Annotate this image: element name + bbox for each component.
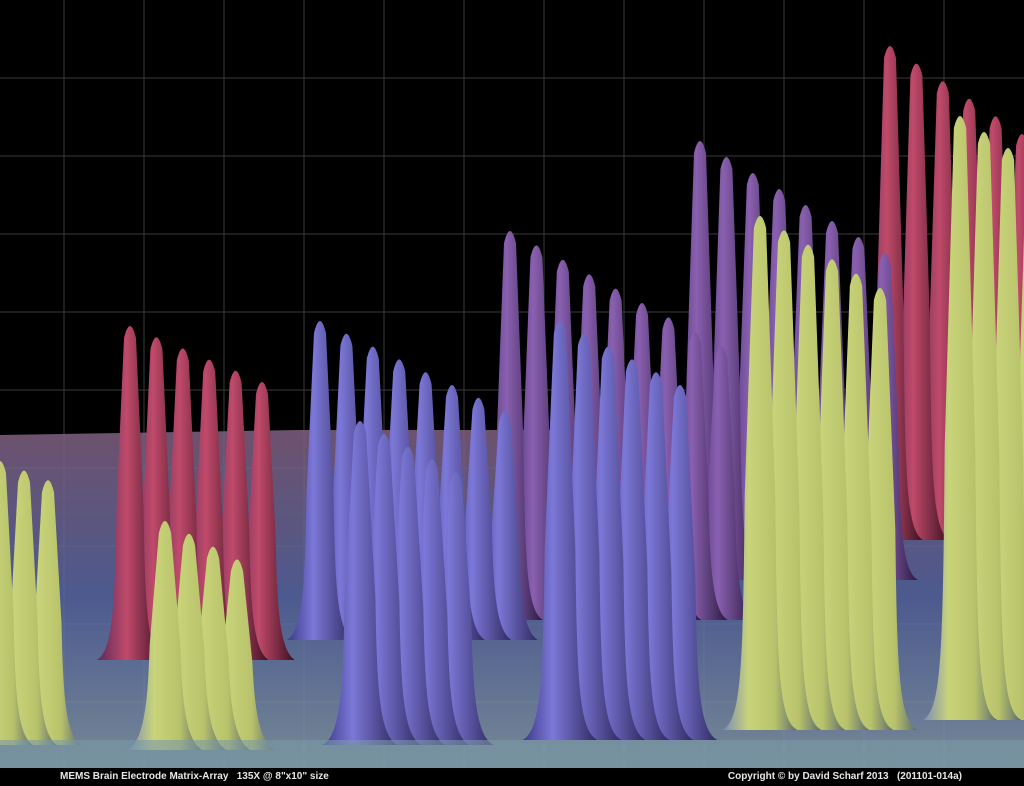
caption-copyright: Copyright © by David Scharf 2013 (201101… [727,771,962,782]
caption-title: MEMS Brain Electrode Matrix-Array 135X @… [60,771,329,782]
electrode-array-image [0,0,1024,768]
base-edge [0,740,1024,768]
caption-bar: MEMS Brain Electrode Matrix-Array 135X @… [0,768,1024,786]
